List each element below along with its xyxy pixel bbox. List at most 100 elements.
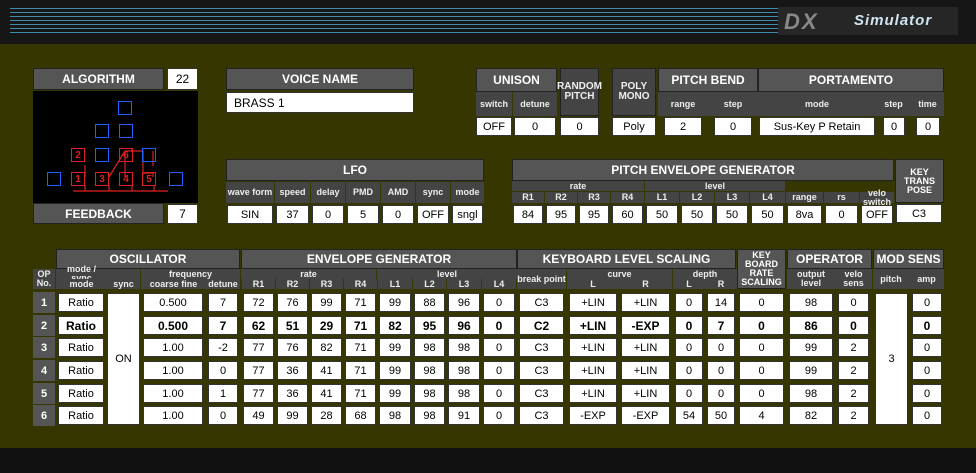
pitch-eg-value-5[interactable]: 50	[681, 205, 713, 224]
op2-curve-l[interactable]: +LIN	[569, 316, 617, 335]
op3-eg-3[interactable]: 71	[345, 338, 376, 357]
algorithm-value[interactable]: 22	[167, 68, 198, 90]
op1-frequency[interactable]: 0.500	[143, 293, 203, 312]
op5-eg-2[interactable]: 41	[311, 384, 342, 403]
portamento-step[interactable]: 0	[883, 117, 905, 136]
lfo-value-3[interactable]: 5	[347, 205, 379, 224]
op4-depth-r[interactable]: 0	[707, 361, 735, 380]
op4-curve-r[interactable]: +LIN	[621, 361, 670, 380]
op5-curve-r[interactable]: +LIN	[621, 384, 670, 403]
pitch-eg-value-8[interactable]: 8va	[787, 205, 822, 224]
op3-rate-scaling[interactable]: 0	[739, 338, 784, 357]
op6-eg-3[interactable]: 68	[345, 406, 376, 425]
op3-depth-l[interactable]: 0	[675, 338, 703, 357]
pitch-eg-value-4[interactable]: 50	[646, 205, 678, 224]
op1-eg-0[interactable]: 72	[243, 293, 274, 312]
op6-eg-6[interactable]: 91	[448, 406, 480, 425]
op6-eg-4[interactable]: 98	[379, 406, 411, 425]
op3-output-level[interactable]: 99	[789, 338, 833, 357]
op1-detune[interactable]: 7	[208, 293, 238, 312]
op3-eg-0[interactable]: 77	[243, 338, 274, 357]
op6-curve-l[interactable]: -EXP	[569, 406, 617, 425]
op6-detune[interactable]: 0	[208, 406, 238, 425]
pitch-eg-value-2[interactable]: 95	[579, 205, 609, 224]
random-pitch-value[interactable]: 0	[560, 117, 599, 136]
op3-eg-1[interactable]: 76	[277, 338, 308, 357]
op6-velo-sens[interactable]: 2	[838, 406, 869, 425]
op3-curve-l[interactable]: +LIN	[569, 338, 617, 357]
lfo-value-4[interactable]: 0	[382, 205, 414, 224]
op5-depth-l[interactable]: 0	[675, 384, 703, 403]
op4-frequency[interactable]: 1.00	[143, 361, 203, 380]
op2-curve-r[interactable]: -EXP	[621, 316, 670, 335]
unison-switch[interactable]: OFF	[476, 117, 512, 136]
pitch-eg-value-10[interactable]: OFF	[861, 205, 893, 224]
op4-eg-2[interactable]: 41	[311, 361, 342, 380]
op1-amp[interactable]: 0	[912, 293, 942, 312]
op5-mode[interactable]: Ratio	[58, 384, 104, 403]
op6-mode[interactable]: Ratio	[58, 406, 104, 425]
op4-curve-l[interactable]: +LIN	[569, 361, 617, 380]
op4-velo-sens[interactable]: 2	[838, 361, 869, 380]
op3-frequency[interactable]: 1.00	[143, 338, 203, 357]
op4-output-level[interactable]: 99	[789, 361, 833, 380]
op5-frequency[interactable]: 1.00	[143, 384, 203, 403]
op4-amp[interactable]: 0	[912, 361, 942, 380]
op1-eg-6[interactable]: 96	[448, 293, 480, 312]
op3-depth-r[interactable]: 0	[707, 338, 735, 357]
op6-depth-l[interactable]: 54	[675, 406, 703, 425]
pitch-eg-value-0[interactable]: 84	[513, 205, 543, 224]
pitch-eg-value-1[interactable]: 95	[546, 205, 576, 224]
op6-frequency[interactable]: 1.00	[143, 406, 203, 425]
feedback-value[interactable]: 7	[167, 204, 198, 224]
op2-depth-r[interactable]: 7	[707, 316, 735, 335]
op4-break-point[interactable]: C3	[519, 361, 564, 380]
op1-eg-7[interactable]: 0	[483, 293, 515, 312]
lfo-value-2[interactable]: 0	[312, 205, 344, 224]
op6-eg-1[interactable]: 99	[277, 406, 308, 425]
op5-eg-0[interactable]: 77	[243, 384, 274, 403]
op3-velo-sens[interactable]: 2	[838, 338, 869, 357]
op1-depth-r[interactable]: 14	[707, 293, 735, 312]
pitch-mod-sens[interactable]: 3	[875, 293, 908, 425]
op3-amp[interactable]: 0	[912, 338, 942, 357]
op2-eg-6[interactable]: 96	[448, 316, 480, 335]
op2-break-point[interactable]: C2	[519, 316, 564, 335]
pitch-eg-value-3[interactable]: 60	[612, 205, 643, 224]
voice-name-input[interactable]: BRASS 1	[226, 92, 414, 113]
lfo-value-1[interactable]: 37	[276, 205, 309, 224]
op3-detune[interactable]: -2	[208, 338, 238, 357]
op3-mode[interactable]: Ratio	[58, 338, 104, 357]
op3-curve-r[interactable]: +LIN	[621, 338, 670, 357]
op5-depth-r[interactable]: 0	[707, 384, 735, 403]
op3-eg-6[interactable]: 98	[448, 338, 480, 357]
op4-eg-7[interactable]: 0	[483, 361, 515, 380]
op2-rate-scaling[interactable]: 0	[739, 316, 784, 335]
op5-eg-3[interactable]: 71	[345, 384, 376, 403]
op1-curve-r[interactable]: +LIN	[621, 293, 670, 312]
op6-eg-2[interactable]: 28	[311, 406, 342, 425]
pitch-bend-step[interactable]: 0	[714, 117, 752, 136]
op3-eg-5[interactable]: 98	[414, 338, 445, 357]
op2-eg-2[interactable]: 29	[311, 316, 342, 335]
op2-frequency[interactable]: 0.500	[143, 316, 203, 335]
op2-eg-3[interactable]: 71	[345, 316, 376, 335]
op1-eg-4[interactable]: 99	[379, 293, 411, 312]
op6-eg-7[interactable]: 0	[483, 406, 515, 425]
pitch-eg-value-7[interactable]: 50	[751, 205, 784, 224]
lfo-value-6[interactable]: sngl	[452, 205, 483, 224]
lfo-value-0[interactable]: SIN	[227, 205, 273, 224]
poly-mono-value[interactable]: Poly	[612, 117, 656, 136]
op4-eg-0[interactable]: 77	[243, 361, 274, 380]
op2-output-level[interactable]: 86	[789, 316, 833, 335]
op5-rate-scaling[interactable]: 0	[739, 384, 784, 403]
op2-eg-1[interactable]: 51	[277, 316, 308, 335]
op4-detune[interactable]: 0	[208, 361, 238, 380]
op6-break-point[interactable]: C3	[519, 406, 564, 425]
op4-mode[interactable]: Ratio	[58, 361, 104, 380]
op2-depth-l[interactable]: 0	[675, 316, 703, 335]
op2-amp[interactable]: 0	[912, 316, 942, 335]
op2-eg-4[interactable]: 82	[379, 316, 411, 335]
op1-eg-2[interactable]: 99	[311, 293, 342, 312]
op6-output-level[interactable]: 82	[789, 406, 833, 425]
